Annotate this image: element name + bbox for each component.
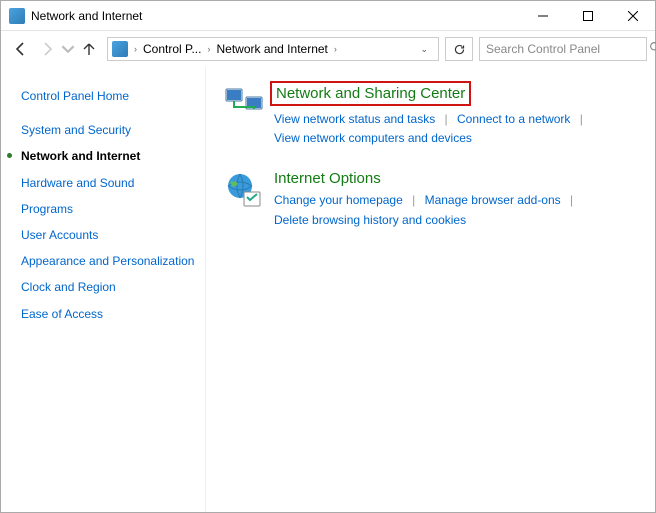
search-box[interactable] xyxy=(479,37,647,61)
chevron-down-icon[interactable]: ⌄ xyxy=(414,44,434,55)
link-view-computers-devices[interactable]: View network computers and devices xyxy=(274,131,472,145)
internet-options-icon xyxy=(224,172,264,212)
chevron-right-icon[interactable]: › xyxy=(132,44,139,54)
breadcrumb-segment[interactable]: Network and Internet xyxy=(212,42,331,56)
sidebar-item-user-accounts[interactable]: User Accounts xyxy=(21,222,195,248)
address-bar: › Control P... › Network and Internet › … xyxy=(1,31,655,67)
refresh-button[interactable] xyxy=(445,37,473,61)
search-icon[interactable] xyxy=(645,41,656,57)
divider: | xyxy=(574,112,589,126)
chevron-right-icon[interactable]: › xyxy=(205,44,212,54)
sidebar-item-programs[interactable]: Programs xyxy=(21,196,195,222)
divider: | xyxy=(406,193,421,207)
network-sharing-icon xyxy=(224,83,264,123)
sidebar-item-clock-region[interactable]: Clock and Region xyxy=(21,274,195,300)
forward-button[interactable] xyxy=(35,37,59,61)
category-title[interactable]: Network and Sharing Center xyxy=(270,81,471,106)
titlebar: Network and Internet xyxy=(1,1,655,31)
minimize-button[interactable] xyxy=(520,1,565,30)
search-input[interactable] xyxy=(484,41,645,57)
window-title: Network and Internet xyxy=(31,9,520,23)
close-button[interactable] xyxy=(610,1,655,30)
breadcrumb[interactable]: › Control P... › Network and Internet › … xyxy=(107,37,439,61)
sidebar-item-appearance[interactable]: Appearance and Personalization xyxy=(21,248,195,274)
recent-dropdown-icon[interactable] xyxy=(61,37,75,61)
divider: | xyxy=(439,112,454,126)
category-network-sharing: Network and Sharing Center View network … xyxy=(224,81,641,148)
category-title[interactable]: Internet Options xyxy=(274,170,641,187)
sidebar-home[interactable]: Control Panel Home xyxy=(21,83,195,109)
link-connect-network[interactable]: Connect to a network xyxy=(457,112,570,126)
divider: | xyxy=(564,193,579,207)
back-button[interactable] xyxy=(9,37,33,61)
link-manage-addons[interactable]: Manage browser add-ons xyxy=(425,193,561,207)
sidebar-item-network-internet[interactable]: Network and Internet xyxy=(21,143,195,169)
link-view-network-status[interactable]: View network status and tasks xyxy=(274,112,435,126)
up-button[interactable] xyxy=(77,37,101,61)
chevron-right-icon[interactable]: › xyxy=(332,44,339,54)
breadcrumb-segment[interactable]: Control P... xyxy=(139,42,205,56)
link-change-homepage[interactable]: Change your homepage xyxy=(274,193,403,207)
link-delete-history[interactable]: Delete browsing history and cookies xyxy=(274,213,466,227)
window-icon xyxy=(9,8,25,24)
location-icon xyxy=(112,41,128,57)
main-panel: Network and Sharing Center View network … xyxy=(206,67,655,512)
sidebar-item-ease-access[interactable]: Ease of Access xyxy=(21,301,195,327)
sidebar-item-hardware-sound[interactable]: Hardware and Sound xyxy=(21,170,195,196)
category-internet-options: Internet Options Change your homepage | … xyxy=(224,170,641,229)
sidebar-item-system-security[interactable]: System and Security xyxy=(21,117,195,143)
sidebar: Control Panel Home System and Security N… xyxy=(1,67,206,512)
maximize-button[interactable] xyxy=(565,1,610,30)
